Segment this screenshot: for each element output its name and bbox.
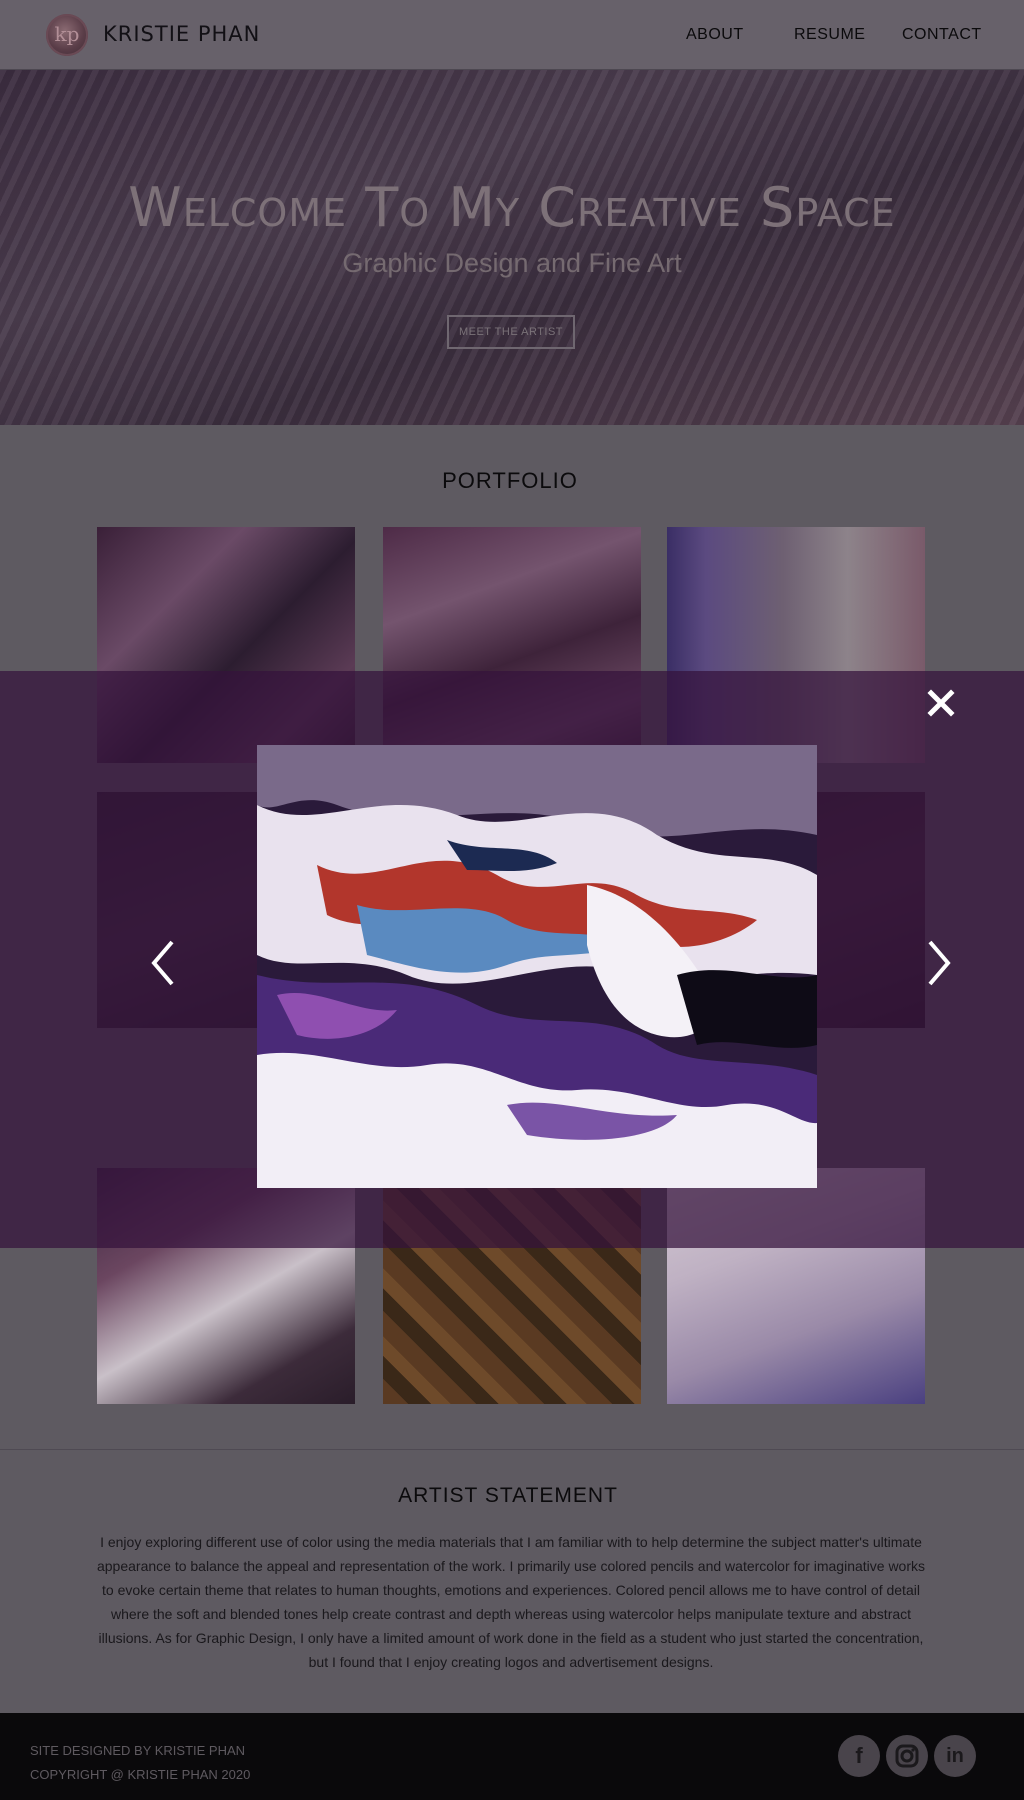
brand-name[interactable]: KRISTIE PHAN (103, 22, 260, 46)
nav-contact[interactable]: CONTACT (902, 26, 982, 44)
portfolio-title: PORTFOLIO (442, 468, 578, 493)
linkedin-icon[interactable]: in (934, 1735, 976, 1777)
hero-subtitle: Graphic Design and Fine Art (342, 248, 682, 278)
hero-banner: Welcome To My Creative Space Graphic Des… (0, 70, 1024, 425)
site-header: kp KRISTIE PHAN ABOUT RESUME CONTACT (0, 0, 1024, 70)
nav-resume[interactable]: RESUME (794, 26, 865, 44)
chevron-left-icon[interactable] (146, 938, 180, 988)
page: kp KRISTIE PHAN ABOUT RESUME CONTACT Wel… (0, 0, 1024, 1800)
logo-icon[interactable]: kp (46, 14, 88, 56)
meet-the-artist-button[interactable]: MEET THE ARTIST (447, 315, 575, 349)
statement-title: ARTIST STATEMENT (398, 1484, 618, 1507)
logo-text: kp (54, 22, 80, 46)
hero-title: Welcome To My Creative Space (128, 176, 896, 239)
nav-about[interactable]: ABOUT (686, 26, 744, 44)
section-divider (0, 1449, 1024, 1450)
facebook-icon[interactable]: f (838, 1735, 880, 1777)
close-icon[interactable] (922, 684, 960, 722)
chevron-right-icon[interactable] (922, 938, 956, 988)
statement-body: I enjoy exploring different use of color… (96, 1534, 926, 1670)
footer-copyright: COPYRIGHT @ KRISTIE PHAN 2020 (30, 1767, 251, 1782)
footer-credit: SITE DESIGNED BY KRISTIE PHAN (30, 1743, 246, 1758)
instagram-icon[interactable] (886, 1735, 928, 1777)
lightbox-image (257, 745, 817, 1188)
site-footer: SITE DESIGNED BY KRISTIE PHAN COPYRIGHT … (0, 1713, 1024, 1800)
